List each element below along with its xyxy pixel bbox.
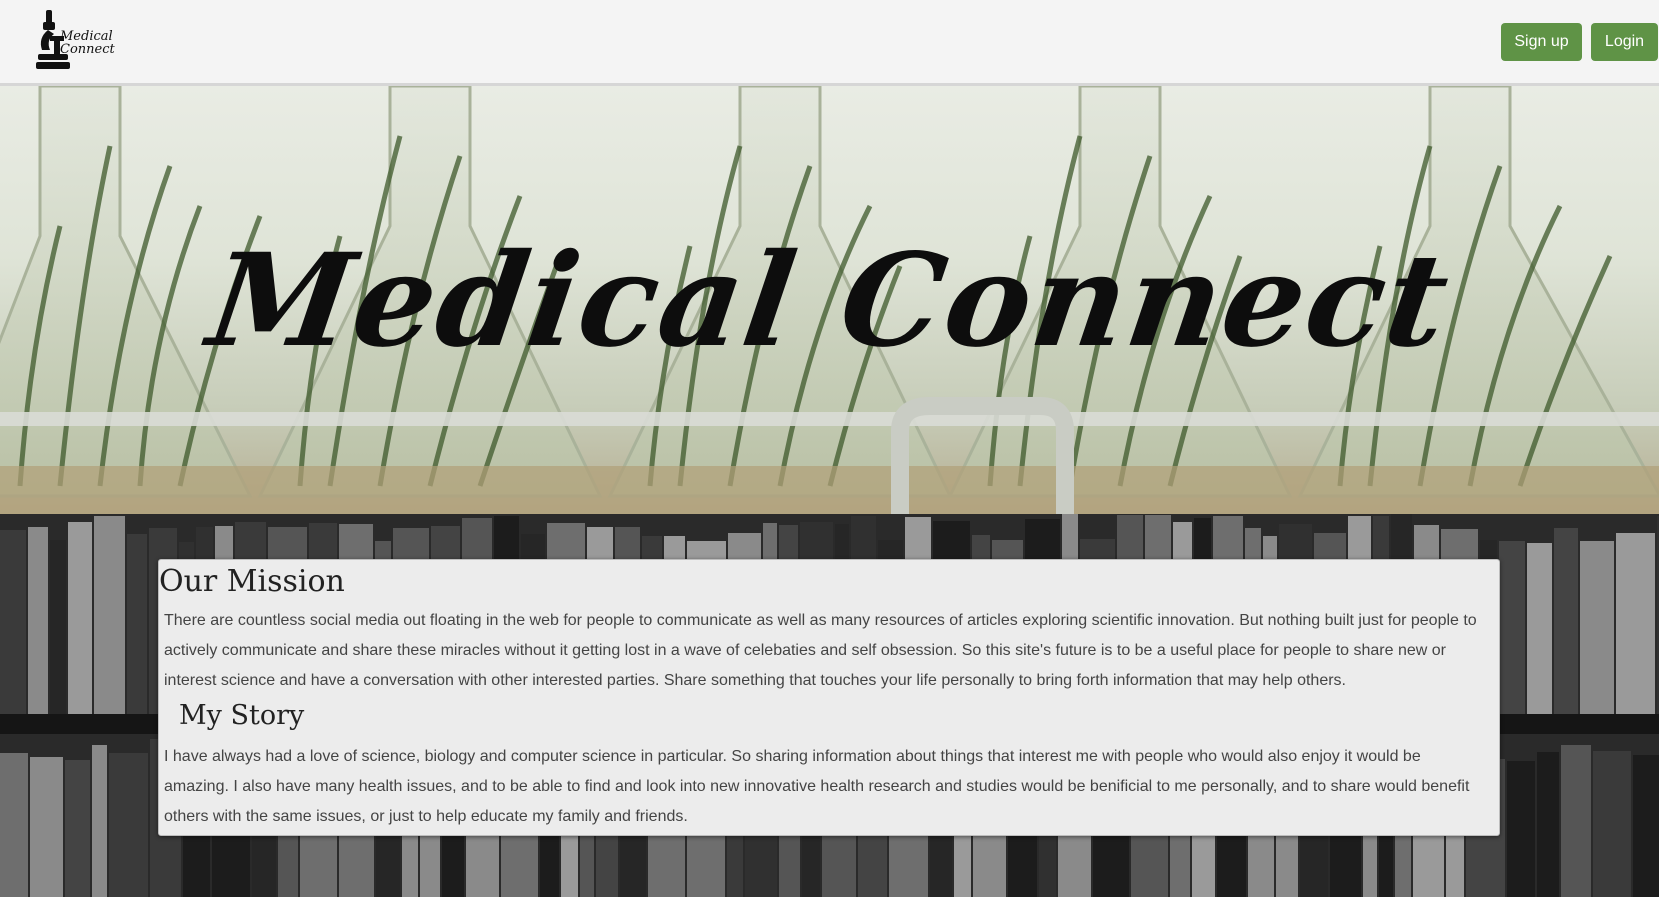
book-spine [0, 753, 28, 897]
book-spine [68, 522, 92, 714]
hero-title: Medical Connect [200, 226, 1459, 376]
book-spine [94, 516, 125, 714]
book-spine [0, 530, 26, 714]
content-panel: Our Mission There are countless social m… [158, 559, 1500, 836]
signup-button[interactable]: Sign up [1501, 23, 1582, 61]
navbar: Medical Connect Sign up Login [0, 0, 1659, 86]
mission-text: There are countless social media out flo… [164, 612, 1477, 689]
book-spine [1499, 541, 1525, 714]
book-spine [1561, 745, 1591, 897]
book-spine [1554, 528, 1578, 714]
login-button[interactable]: Login [1591, 23, 1658, 61]
book-spine [28, 527, 48, 714]
book-spine [65, 760, 90, 897]
logo[interactable]: Medical Connect [36, 10, 126, 72]
book-spine [109, 753, 148, 897]
story-text: I have always had a love of science, bio… [164, 748, 1470, 825]
book-spine [1593, 751, 1631, 897]
book-spine [1616, 533, 1655, 714]
book-spine [127, 534, 147, 714]
book-spine [92, 745, 107, 897]
book-spine [1527, 543, 1552, 714]
book-spine [1507, 761, 1535, 897]
mission-heading: Our Mission [159, 564, 345, 599]
story-heading: My Story [179, 700, 305, 731]
book-spine [50, 540, 66, 714]
logo-text: Medical Connect [60, 29, 115, 57]
hero-banner: Medical Connect [0, 86, 1659, 514]
book-spine [1633, 755, 1659, 897]
book-spine [1580, 541, 1614, 714]
book-spine [30, 757, 63, 897]
book-spine [1537, 752, 1559, 897]
